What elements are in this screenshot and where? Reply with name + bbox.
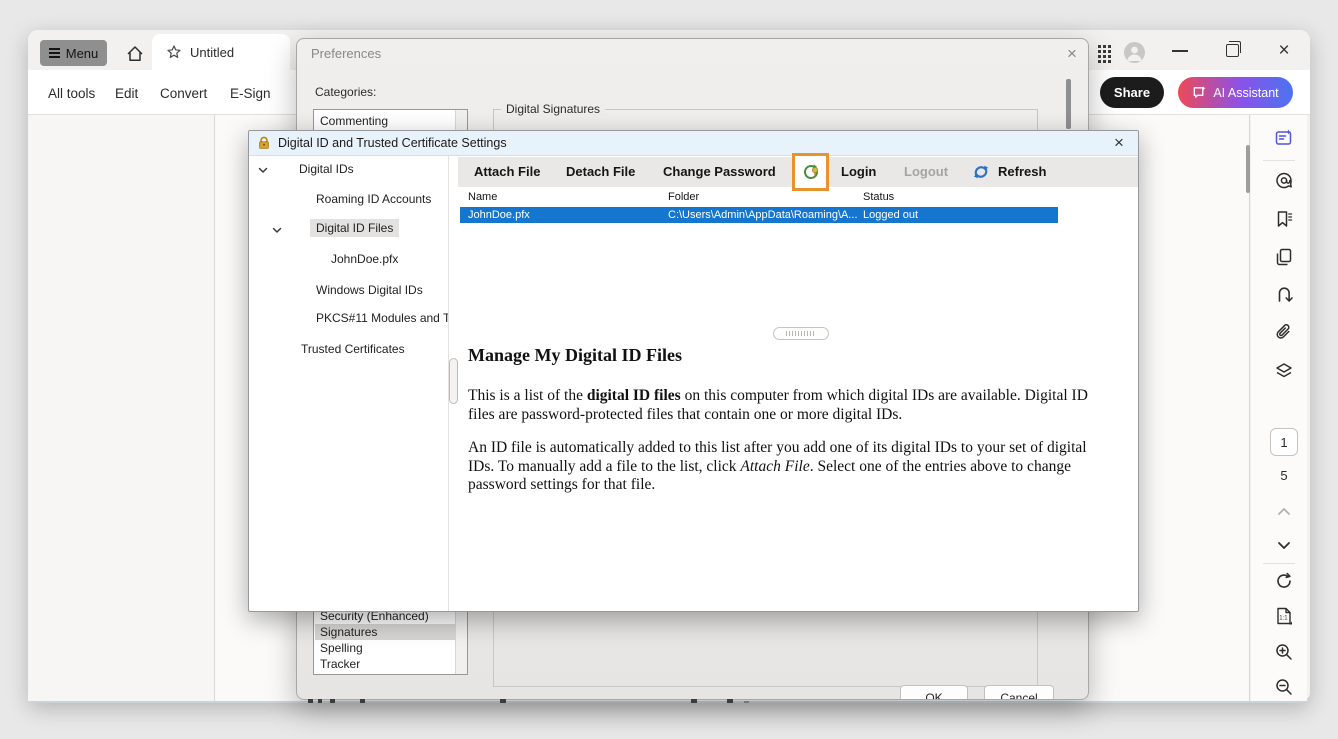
chevron-down-icon[interactable] <box>257 164 269 176</box>
cell-folder: C:\Users\Admin\AppData\Roaming\A... <box>668 209 858 221</box>
digital-id-close-icon[interactable]: × <box>1108 132 1130 154</box>
tree-item-johndoe-pfx[interactable]: JohnDoe.pfx <box>331 252 398 266</box>
home-button[interactable] <box>119 41 151 67</box>
column-header-status[interactable]: Status <box>863 191 894 203</box>
app-switcher-icon[interactable] <box>1093 43 1115 65</box>
column-header-name[interactable]: Name <box>468 191 497 203</box>
cell-status: Logged out <box>863 209 918 221</box>
logout-button[interactable]: Logout <box>904 164 948 179</box>
tree-item-pkcs11-modules[interactable]: PKCS#11 Modules and Tokens <box>316 311 448 325</box>
ai-assistant-label: AI Assistant <box>1213 86 1278 100</box>
nav-all-tools[interactable]: All tools <box>48 82 95 104</box>
usage-options-icon[interactable] <box>800 161 822 183</box>
hamburger-icon <box>49 48 60 58</box>
u-turn-arrow-icon[interactable] <box>1274 285 1294 305</box>
zoom-in-icon[interactable] <box>1274 642 1294 662</box>
ok-button[interactable]: OK <box>900 685 968 700</box>
preferences-close-icon[interactable]: × <box>1061 43 1083 65</box>
digital-id-dialog: Digital ID and Trusted Certificate Setti… <box>248 130 1139 612</box>
rotate-icon[interactable] <box>1274 571 1294 591</box>
minimize-button[interactable] <box>1172 50 1188 52</box>
refresh-button[interactable]: Refresh <box>998 164 1046 179</box>
restore-button[interactable] <box>1226 44 1239 57</box>
category-item-tracker[interactable]: Tracker <box>315 656 455 672</box>
desktop: Menu Untitled × All tools Edit Convert E… <box>0 0 1338 739</box>
category-item-spelling[interactable]: Spelling <box>315 640 455 656</box>
zoom-out-icon[interactable] <box>1274 677 1294 697</box>
column-header-folder[interactable]: Folder <box>668 191 699 203</box>
share-label: Share <box>1114 85 1150 100</box>
layers-icon[interactable] <box>1274 361 1294 381</box>
change-password-button[interactable]: Change Password <box>663 164 776 179</box>
splitter-grip-dots <box>786 331 816 336</box>
category-item-signatures[interactable]: Signatures <box>315 624 455 640</box>
cancel-button[interactable]: Cancel <box>984 685 1054 700</box>
categories-label: Categories: <box>315 85 376 99</box>
tree-splitter-handle[interactable] <box>449 358 458 404</box>
padlock-icon <box>257 136 271 150</box>
list-splitter-handle[interactable] <box>773 327 829 340</box>
tree-item-digital-ids[interactable]: Digital IDs <box>299 162 354 176</box>
rail-divider <box>1263 160 1295 161</box>
window-close-button[interactable]: × <box>1273 40 1295 62</box>
menu-button[interactable]: Menu <box>40 40 107 66</box>
previous-page-icon[interactable] <box>1274 502 1294 522</box>
cancel-label: Cancel <box>1000 691 1037 700</box>
next-page-icon[interactable] <box>1274 535 1294 555</box>
preferences-scrollbar[interactable] <box>1066 79 1071 129</box>
digital-signatures-heading: Digital Signatures <box>501 102 605 116</box>
tree-item-digital-id-files[interactable]: Digital ID Files <box>310 219 399 237</box>
ai-assistant-icon <box>1192 85 1207 100</box>
attach-file-button[interactable]: Attach File <box>474 164 540 179</box>
comments-icon[interactable] <box>1274 171 1294 191</box>
document-tab-title: Untitled <box>190 45 234 60</box>
content-paragraph-1: This is a list of the digital ID files o… <box>468 387 1110 424</box>
page-number-input[interactable]: 1 <box>1270 428 1298 456</box>
table-row-selected[interactable]: JohnDoe.pfx C:\Users\Admin\AppData\Roami… <box>460 207 1058 223</box>
nav-edit[interactable]: Edit <box>115 82 138 104</box>
ok-label: OK <box>925 691 942 700</box>
actual-size-icon[interactable]: 1:1 <box>1274 606 1294 626</box>
ai-assistant-button[interactable]: AI Assistant <box>1178 77 1293 108</box>
cell-name: JohnDoe.pfx <box>468 209 530 221</box>
share-button[interactable]: Share <box>1100 77 1164 108</box>
menu-button-label: Menu <box>66 46 99 61</box>
content-heading: Manage My Digital ID Files <box>468 345 682 366</box>
login-button[interactable]: Login <box>841 164 876 179</box>
profile-avatar[interactable] <box>1124 42 1145 63</box>
nav-convert[interactable]: Convert <box>160 82 207 104</box>
digital-id-dialog-title: Digital ID and Trusted Certificate Setti… <box>278 136 507 150</box>
nav-esign[interactable]: E-Sign <box>230 82 271 104</box>
home-icon <box>125 44 145 64</box>
attachments-icon[interactable] <box>1274 323 1294 343</box>
svg-text:1:1: 1:1 <box>1279 616 1288 622</box>
p2-italic-text: Attach File <box>740 458 809 475</box>
document-scrollbar[interactable] <box>1246 145 1250 193</box>
preferences-title: Preferences <box>311 46 381 61</box>
document-tab[interactable]: Untitled <box>152 34 290 70</box>
usage-options-highlight <box>792 153 829 191</box>
star-icon <box>166 44 182 60</box>
digital-id-tree: Digital IDs Roaming ID Accounts Digital … <box>249 156 448 612</box>
left-panel <box>28 115 215 701</box>
tree-item-trusted-certificates[interactable]: Trusted Certificates <box>301 342 405 356</box>
page-number-value: 1 <box>1280 435 1287 450</box>
bookmarks-icon[interactable] <box>1274 209 1294 229</box>
p1-text: This is a list of the <box>468 387 587 404</box>
refresh-icon <box>972 163 990 181</box>
category-item-commenting[interactable]: Commenting <box>315 113 455 129</box>
rail-divider <box>1263 563 1295 564</box>
chevron-down-icon[interactable] <box>271 224 283 236</box>
detach-file-button[interactable]: Detach File <box>566 164 635 179</box>
copy-pages-icon[interactable] <box>1274 247 1294 267</box>
content-paragraph-2: An ID file is automatically added to thi… <box>468 439 1110 495</box>
ai-summary-icon[interactable] <box>1274 128 1294 148</box>
p1-bold-text: digital ID files <box>587 387 681 404</box>
tree-item-windows-digital-ids[interactable]: Windows Digital IDs <box>316 283 423 297</box>
tree-item-roaming-id-accounts[interactable]: Roaming ID Accounts <box>316 192 431 206</box>
digital-id-titlebar: Digital ID and Trusted Certificate Setti… <box>249 131 1138 156</box>
page-total: 5 <box>1270 468 1298 483</box>
